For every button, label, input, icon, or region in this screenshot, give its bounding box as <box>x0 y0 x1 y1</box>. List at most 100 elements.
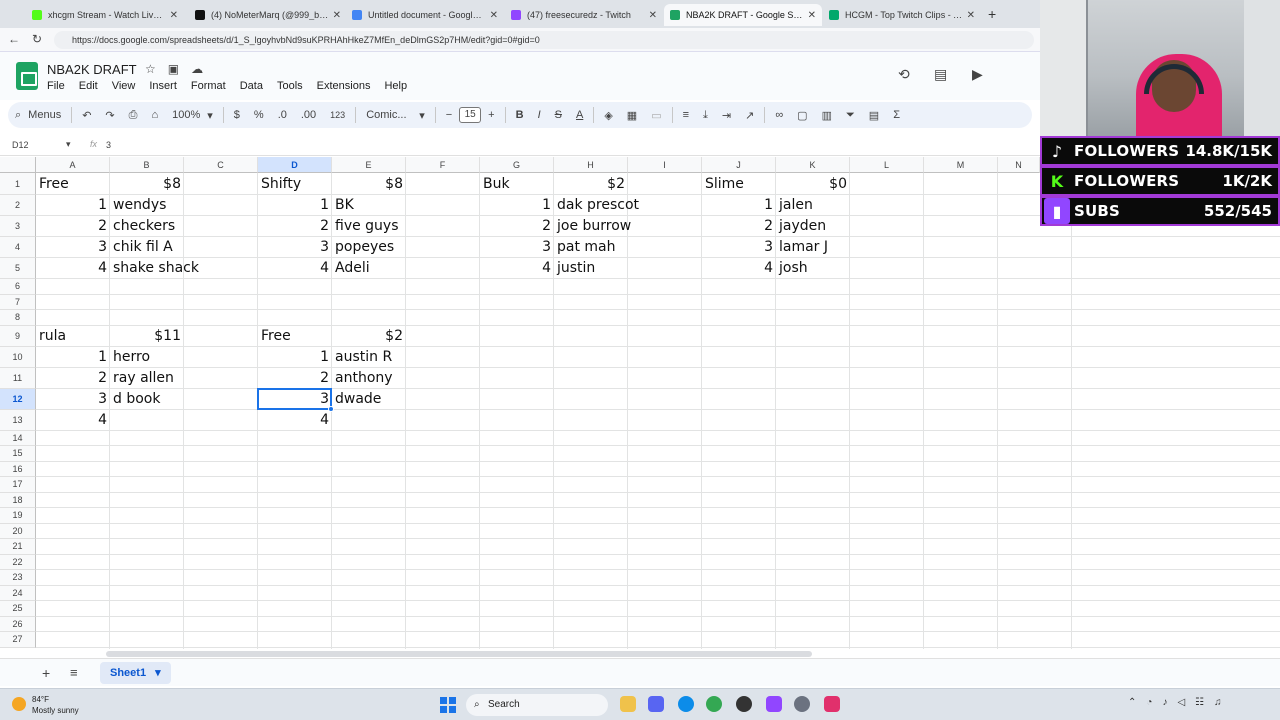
decrease-decimal-button[interactable]: .0 <box>271 109 294 121</box>
cell-A11[interactable]: 2 <box>36 368 110 389</box>
cell-G4[interactable]: 3 <box>480 237 554 258</box>
browser-tab[interactable]: HCGM - Top Twitch Clips - Twitch ✕ <box>823 4 981 26</box>
font-size-decrease-icon[interactable]: − <box>439 109 459 121</box>
new-tab-icon[interactable]: + <box>988 6 996 22</box>
cell-G2[interactable]: 1 <box>480 195 554 216</box>
currency-format-button[interactable]: $ <box>227 109 247 121</box>
row-header[interactable]: 2 <box>0 195 36 216</box>
insert-chart-icon[interactable]: ▥ <box>815 109 839 122</box>
menu-extensions[interactable]: Extensions <box>317 80 371 92</box>
redo-icon[interactable]: ↷ <box>98 109 121 122</box>
cell-K4[interactable]: lamar J <box>776 237 831 258</box>
browser-tab[interactable]: (47) freesecuredz - Twitch ✕ <box>505 4 663 26</box>
strikethrough-button[interactable]: S <box>548 109 569 121</box>
close-icon[interactable]: ✕ <box>490 10 498 21</box>
file-explorer-icon[interactable] <box>620 696 636 712</box>
cell-D5[interactable]: 4 <box>258 258 332 279</box>
cell-H4[interactable]: pat mah <box>554 237 619 258</box>
row-header[interactable]: 5 <box>0 258 36 279</box>
star-icon[interactable]: ☆ <box>145 62 156 76</box>
fill-color-icon[interactable]: ◈ <box>597 109 619 122</box>
mic-icon[interactable]: ♪ <box>1162 697 1167 708</box>
cell-B5[interactable]: shake shack <box>110 258 202 279</box>
cell-E11[interactable]: anthony <box>332 368 396 389</box>
cell-B9[interactable]: $11 <box>110 326 184 347</box>
row-header[interactable]: 27 <box>0 632 36 648</box>
row-header[interactable]: 3 <box>0 216 36 237</box>
row-header[interactable]: 14 <box>0 430 36 446</box>
filter-icon[interactable]: ⏷ <box>839 109 862 122</box>
name-box[interactable]: D12 <box>12 140 29 150</box>
column-header[interactable]: L <box>850 157 924 173</box>
chevron-down-icon[interactable]: ▾ <box>155 667 161 679</box>
column-header[interactable]: E <box>332 157 406 173</box>
cell-D3[interactable]: 2 <box>258 216 332 237</box>
meet-icon[interactable]: ▶ <box>972 66 983 83</box>
cell-D1[interactable]: Shifty <box>258 173 304 195</box>
row-header[interactable]: 8 <box>0 310 36 326</box>
menus-search[interactable]: Menus <box>28 109 68 121</box>
cell-A5[interactable]: 4 <box>36 258 110 279</box>
volume-icon[interactable]: ◁ <box>1177 697 1185 708</box>
row-header[interactable]: 1 <box>0 173 36 195</box>
column-header[interactable]: C <box>184 157 258 173</box>
text-wrap-icon[interactable]: ⇥ <box>715 109 738 122</box>
reload-icon[interactable]: ↻ <box>32 32 42 46</box>
percent-format-button[interactable]: % <box>247 109 271 121</box>
row-header[interactable]: 26 <box>0 616 36 632</box>
merge-cells-icon[interactable]: ▭ <box>644 109 668 122</box>
select-all-corner[interactable] <box>0 157 36 173</box>
cell-J1[interactable]: Slime <box>702 173 747 195</box>
add-sheet-icon[interactable]: + <box>42 665 50 681</box>
row-header[interactable]: 19 <box>0 508 36 524</box>
insert-link-icon[interactable]: ∞ <box>768 109 790 121</box>
menu-help[interactable]: Help <box>384 80 407 92</box>
row-header[interactable]: 18 <box>0 492 36 508</box>
font-family-select[interactable]: Comic... <box>359 109 419 121</box>
column-header[interactable]: D <box>258 157 332 173</box>
cell-A13[interactable]: 4 <box>36 410 110 431</box>
paint-format-icon[interactable]: ⌂ <box>144 109 165 121</box>
row-header[interactable]: 20 <box>0 523 36 539</box>
column-header[interactable]: I <box>628 157 702 173</box>
column-header[interactable]: F <box>406 157 480 173</box>
menu-edit[interactable]: Edit <box>79 80 98 92</box>
browser-tab[interactable]: Untitled document - Google Docs ✕ <box>346 4 504 26</box>
cell-B12[interactable]: d book <box>110 389 163 410</box>
row-header[interactable]: 21 <box>0 539 36 555</box>
cell-G3[interactable]: 2 <box>480 216 554 237</box>
cell-A2[interactable]: 1 <box>36 195 110 216</box>
network-icon[interactable]: ◔ <box>1146 697 1152 708</box>
functions-icon[interactable]: Σ <box>886 109 907 121</box>
row-header[interactable]: 11 <box>0 367 36 389</box>
windows-start-icon[interactable] <box>440 697 456 713</box>
font-size-increase-icon[interactable]: + <box>481 109 501 121</box>
spreadsheet-grid[interactable]: A B C D E F G H I J K L M N 1 2 3 4 5 6 7 8 9 10 11 12 13 14 15 16 17 1… <box>0 157 1280 649</box>
filter-views-icon[interactable]: ▤ <box>862 109 886 122</box>
close-icon[interactable]: ✕ <box>170 10 178 21</box>
menu-tools[interactable]: Tools <box>277 80 303 92</box>
cell-J5[interactable]: 4 <box>702 258 776 279</box>
cell-K5[interactable]: josh <box>776 258 811 279</box>
row-header[interactable]: 6 <box>0 279 36 295</box>
cell-H3[interactable]: joe burrow <box>554 216 634 237</box>
cell-D10[interactable]: 1 <box>258 347 332 368</box>
column-header[interactable]: B <box>110 157 184 173</box>
chevron-down-icon[interactable]: ▾ <box>66 139 71 150</box>
cell-D4[interactable]: 3 <box>258 237 332 258</box>
cell-G1[interactable]: Buk <box>480 173 513 195</box>
chrome-icon[interactable] <box>706 696 722 712</box>
cell-K3[interactable]: jayden <box>776 216 829 237</box>
weather-widget[interactable]: 84°F Mostly sunny <box>12 694 79 716</box>
tray-chevron-icon[interactable]: ⌃ <box>1128 697 1136 708</box>
row-header[interactable]: 16 <box>0 461 36 477</box>
search-icon[interactable]: ⌕ <box>8 109 28 122</box>
text-rotation-icon[interactable]: ↗ <box>738 109 761 122</box>
sheets-logo-icon[interactable] <box>16 62 38 90</box>
undo-icon[interactable]: ↶ <box>75 109 98 122</box>
row-header[interactable]: 13 <box>0 409 36 431</box>
menu-view[interactable]: View <box>112 80 136 92</box>
menu-format[interactable]: Format <box>191 80 226 92</box>
font-size-input[interactable]: 15 <box>459 107 482 123</box>
discord-icon[interactable] <box>648 696 664 712</box>
